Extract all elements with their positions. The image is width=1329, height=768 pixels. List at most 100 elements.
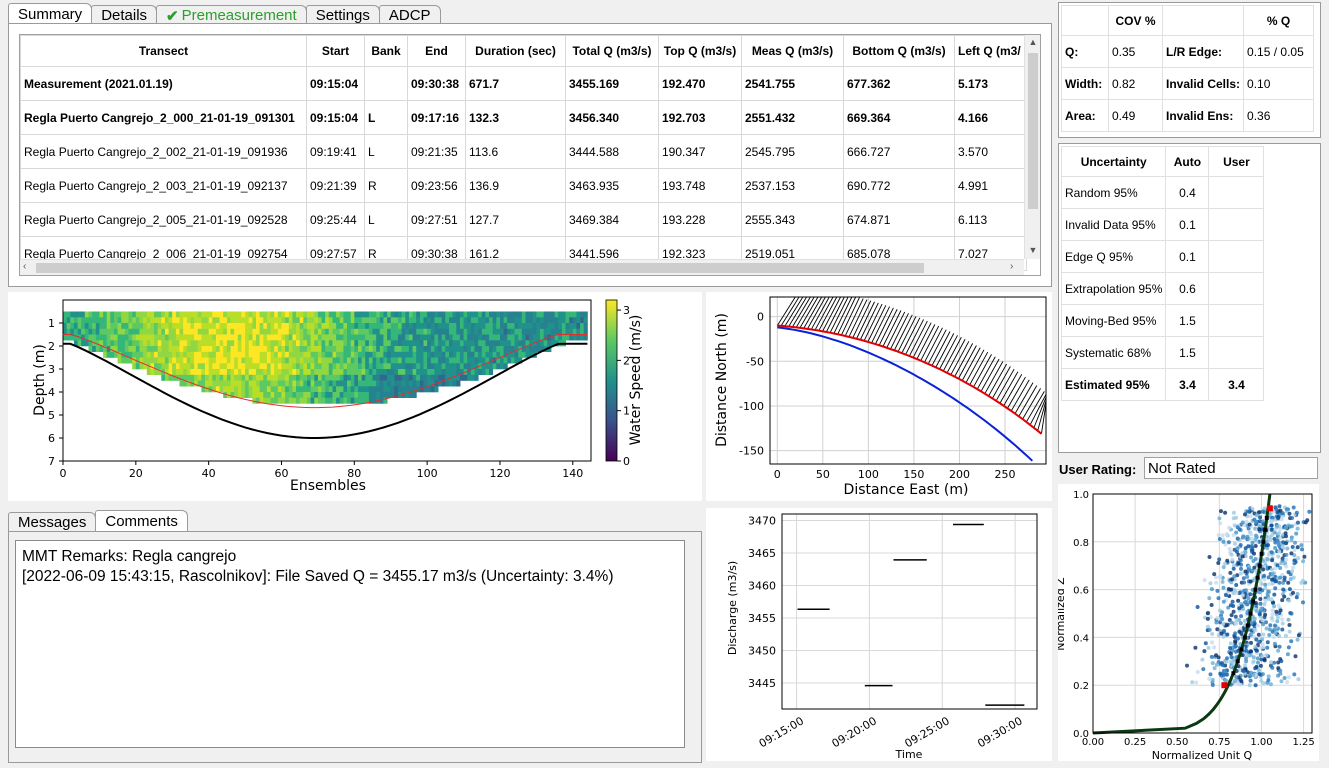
uncertainty-table: Uncertainty Auto User Random 95% 0.4 Inval… xyxy=(1060,146,1265,401)
y-tick-label: 0.2 xyxy=(1073,681,1089,692)
scroll-thumb[interactable] xyxy=(1028,53,1038,209)
user-uncertainty-cell[interactable] xyxy=(1208,208,1265,241)
extrap-plot: 0.00 0.25 0.50 0.75 1.00 1.250.00.20.40.60.81… xyxy=(1054,490,1315,762)
user-uncertainty-cell[interactable] xyxy=(1208,272,1265,305)
table-cell: 09:27:51 xyxy=(407,202,466,237)
table-cell: 192.703 xyxy=(658,100,742,135)
user-uncertainty-cell[interactable] xyxy=(1208,304,1265,337)
message-tab-bar: Messages Comments xyxy=(8,510,188,532)
user-uncertainty-cell[interactable] xyxy=(1208,176,1265,209)
table-cell: L xyxy=(364,134,408,169)
tab-summary[interactable]: Summary xyxy=(8,3,93,25)
table-cell: 132.3 xyxy=(465,100,566,135)
table-row[interactable]: Regla Puerto Cangrejo_2_003_21-01-19_092… xyxy=(20,168,1027,203)
uncertainty-row: Systematic 68% 1.5 xyxy=(1060,336,1265,369)
user-rating-dropdown[interactable]: Not Rated xyxy=(1144,457,1318,479)
table-header[interactable]: Bank xyxy=(364,35,408,67)
scroll-left-icon[interactable]: ‹ xyxy=(23,261,26,272)
x-tick-label: 150 xyxy=(903,468,924,481)
table-cell: 09:19:41 xyxy=(306,134,365,169)
y-tick-label: 0.8 xyxy=(1073,538,1089,549)
table-cell xyxy=(364,66,408,101)
summary-panel: Transect Start Bank End Duration (sec) Total … xyxy=(8,23,1052,287)
uncertainty-row: Extrapolation 95% 0.6 xyxy=(1060,272,1265,305)
scroll-up-icon[interactable]: ▲ xyxy=(1025,37,1040,47)
x-tick-label: 100 xyxy=(417,467,438,480)
user-uncertainty-cell[interactable] xyxy=(1208,240,1265,273)
table-row[interactable]: Regla Puerto Cangrejo_2_000_21-01-19_091… xyxy=(20,100,1027,135)
y-tick-label: 3 xyxy=(48,363,55,376)
tab-messages[interactable]: Messages xyxy=(8,512,97,532)
table-header[interactable]: Meas Q (m3/s) xyxy=(741,35,844,67)
extrap-fit-curve xyxy=(1092,493,1272,735)
table-cell: 193.748 xyxy=(658,168,742,203)
table-cell: 09:21:35 xyxy=(407,134,466,169)
colorbar-label: Water Speed (m/s) xyxy=(628,315,644,446)
y-tick-label: 0.4 xyxy=(1073,633,1089,644)
user-uncertainty-cell[interactable]: 3.4 xyxy=(1208,368,1265,401)
table-row[interactable]: Regla Puerto Cangrejo_2_005_21-01-19_092… xyxy=(20,202,1027,237)
table-header[interactable]: Total Q (m3/s) xyxy=(565,35,659,67)
summary-table-frame: Transect Start Bank End Duration (sec) Total … xyxy=(19,34,1041,276)
summary-vertical-scrollbar[interactable]: ▲ ▼ xyxy=(1024,35,1040,259)
table-cell: 09:17:16 xyxy=(407,100,466,135)
y-tick-label: 7 xyxy=(48,455,55,468)
scroll-right-icon[interactable]: › xyxy=(1010,261,1013,272)
contour-plot-panel: 0 20 40 60 80 100 120 140 1 2 3 4 5 6 7 0123 Water Spe… xyxy=(8,292,702,501)
table-header[interactable]: Start xyxy=(306,35,365,67)
table-header[interactable]: End xyxy=(407,35,466,67)
cov-value: 0.15 / 0.05 xyxy=(1243,35,1315,68)
table-cell: 2541.755 xyxy=(741,66,844,101)
contour-ylabel: Depth (m) xyxy=(32,344,48,416)
table-cell: 2551.432 xyxy=(741,100,844,135)
tab-details[interactable]: Details xyxy=(91,5,158,25)
summary-horizontal-scrollbar[interactable]: ‹ › xyxy=(20,259,1024,275)
x-tick-label: 250 xyxy=(995,468,1016,481)
x-tick-label: 1.25 xyxy=(1292,737,1314,748)
cov-header-blank2 xyxy=(1161,5,1245,36)
table-cell: 3444.588 xyxy=(565,134,659,169)
y-tick-label: 3465 xyxy=(748,547,776,560)
table-cell: Regla Puerto Cangrejo_2_005_21-01-19_092… xyxy=(20,202,307,237)
table-cell: 4.991 xyxy=(954,168,1027,203)
tab-comments[interactable]: Comments xyxy=(95,510,188,532)
cov-label: Invalid Cells: xyxy=(1161,67,1245,100)
table-header[interactable]: Duration (sec) xyxy=(465,35,566,67)
uncertainty-cell: Moving-Bed 95% xyxy=(1060,304,1167,337)
uncertainty-cell: 0.6 xyxy=(1165,272,1210,305)
comments-textbox[interactable]: MMT Remarks: Regla cangrejo [2022-06-09 … xyxy=(15,540,685,748)
y-tick-label: 0.0 xyxy=(1073,729,1089,740)
table-cell: 3469.384 xyxy=(565,202,659,237)
table-header[interactable]: Top Q (m3/s) xyxy=(658,35,742,67)
y-tick-label: -100 xyxy=(739,400,764,413)
x-tick-label: 20 xyxy=(129,467,143,480)
summary-table: Transect Start Bank End Duration (sec) Total … xyxy=(20,35,1027,271)
x-tick-label: 09:20:00 xyxy=(830,714,879,750)
y-tick-label: 0.6 xyxy=(1073,586,1089,597)
table-header[interactable]: Bottom Q (m3/s) xyxy=(843,35,955,67)
table-row[interactable]: Measurement (2021.01.19) 09:15:04 09:30:38… xyxy=(20,66,1027,101)
tab-premeasurement[interactable]: ✔ Premeasurement xyxy=(156,5,307,25)
y-tick-label: 3450 xyxy=(748,645,776,658)
contour-xlabel: Ensembles xyxy=(290,478,366,494)
table-cell: 6.113 xyxy=(954,202,1027,237)
y-tick-label: -50 xyxy=(746,355,764,368)
table-cell: Regla Puerto Cangrejo_2_000_21-01-19_091… xyxy=(20,100,307,135)
scroll-down-icon[interactable]: ▼ xyxy=(1025,245,1040,255)
tab-adcp[interactable]: ADCP xyxy=(378,5,441,25)
table-cell: 4.166 xyxy=(954,100,1027,135)
table-cell: 09:25:44 xyxy=(306,202,365,237)
table-header[interactable]: Left Q (m3/ xyxy=(954,35,1027,67)
tab-settings[interactable]: Settings xyxy=(305,5,380,25)
table-row[interactable]: Regla Puerto Cangrejo_2_002_21-01-19_091… xyxy=(20,134,1027,169)
y-tick-label: 2 xyxy=(48,340,55,353)
unc-header-user: User xyxy=(1208,146,1265,177)
cov-header-cov: COV % xyxy=(1108,5,1163,36)
cov-value: 0.35 xyxy=(1108,35,1163,68)
x-tick-label: 0.75 xyxy=(1208,737,1230,748)
user-uncertainty-cell[interactable] xyxy=(1208,336,1265,369)
table-cell: 113.6 xyxy=(465,134,566,169)
table-header[interactable]: Transect xyxy=(20,35,307,67)
table-cell: 193.228 xyxy=(658,202,742,237)
h-scroll-thumb[interactable] xyxy=(36,263,924,273)
